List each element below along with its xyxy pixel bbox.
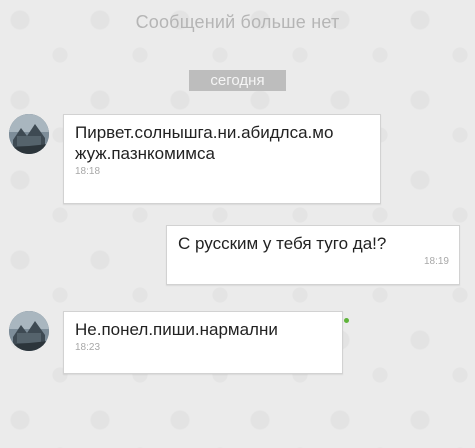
date-separator: сегодня xyxy=(189,70,286,91)
message-text: С русским у тебя туго да!? xyxy=(178,234,387,253)
contact-avatar[interactable] xyxy=(9,311,49,351)
no-more-messages-label: Сообщений больше нет xyxy=(135,12,340,32)
chat-view[interactable]: Сообщений больше нет сегодня Пирвет.солн… xyxy=(0,0,475,448)
online-status-indicator xyxy=(344,318,349,323)
message-time: 18:19 xyxy=(423,256,449,267)
contact-avatar[interactable] xyxy=(9,114,49,154)
message-bubble-incoming[interactable]: Пирвет.солнышга.ни.абидлса.мо жуж.пазнко… xyxy=(63,114,381,204)
message-text: Пирвет.солнышга.ни.абидлса.мо жуж.пазнко… xyxy=(75,123,334,163)
message-text: Не.понел.пиши.нармални xyxy=(75,320,278,339)
message-time: 18:18 xyxy=(75,166,101,177)
message-time: 18:23 xyxy=(75,342,101,353)
message-bubble-incoming[interactable]: Не.понел.пиши.нармални 18:23 xyxy=(63,311,343,374)
user-photo-avatar-icon xyxy=(9,311,49,351)
message-bubble-outgoing[interactable]: С русским у тебя туго да!? 18:19 xyxy=(166,225,460,285)
user-photo-avatar-icon xyxy=(9,114,49,154)
